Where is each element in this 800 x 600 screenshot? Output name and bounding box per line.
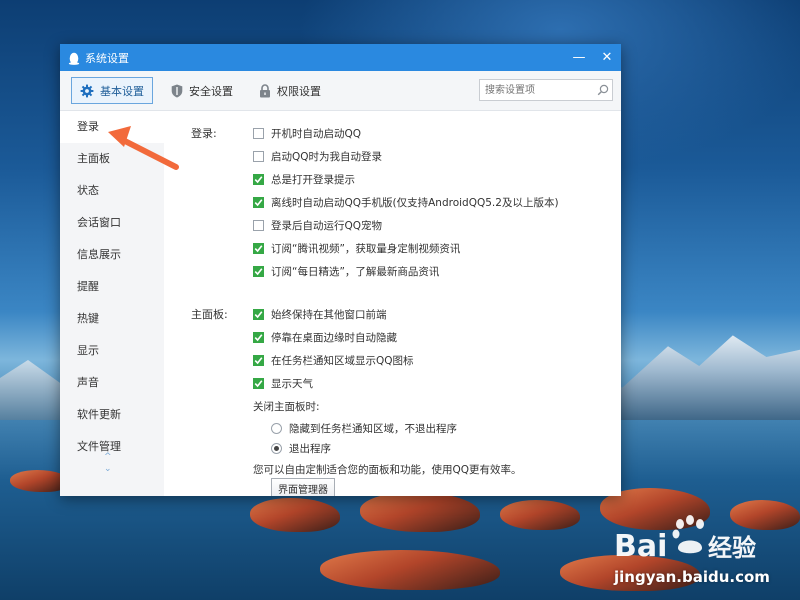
sidebar-item-info-display[interactable]: 信息展示 (60, 239, 164, 271)
tab-basic-settings[interactable]: 基本设置 (71, 77, 153, 104)
sidebar-item-login[interactable]: 登录 (60, 111, 164, 143)
tab-permission-settings[interactable]: 权限设置 (251, 77, 329, 104)
watermark-url: jingyan.baidu.com (614, 568, 770, 586)
sidebar-item-software-update[interactable]: 软件更新 (60, 399, 164, 431)
option-show-weather[interactable]: 显示天气 (253, 376, 313, 391)
option-label: 显示天气 (271, 378, 313, 390)
checkbox-checked[interactable] (253, 355, 264, 366)
option-label: 开机时自动启动QQ (271, 128, 362, 140)
sidebar-item-main-panel[interactable]: 主面板 (60, 143, 164, 175)
settings-toolbar: 基本设置 安全设置 权限设置 (60, 71, 621, 111)
option-tray-icon[interactable]: 在任务栏通知区域显示QQ图标 (253, 353, 414, 368)
wallpaper-rock (250, 498, 340, 532)
option-auto-hide-docked[interactable]: 停靠在桌面边缘时自动隐藏 (253, 330, 397, 345)
wallpaper-rock (500, 500, 580, 530)
option-label: 停靠在桌面边缘时自动隐藏 (271, 332, 397, 344)
checkbox-checked[interactable] (253, 197, 264, 208)
close-panel-label: 关闭主面板时: (253, 401, 320, 413)
tab-label: 安全设置 (189, 84, 233, 98)
settings-sidebar: 登录 主面板 状态 会话窗口 信息展示 提醒 热键 显示 声音 软件更新 文件管… (60, 111, 164, 496)
checkbox-checked[interactable] (253, 174, 264, 185)
tab-label: 基本设置 (100, 84, 144, 98)
interface-manager-button[interactable]: 界面管理器 (271, 478, 335, 496)
option-offline-mobile-qq[interactable]: 离线时自动启动QQ手机版(仅支持AndroidQQ5.2及以上版本) (253, 195, 559, 210)
option-qq-pet[interactable]: 登录后自动运行QQ宠物 (253, 218, 382, 233)
checkbox[interactable] (253, 128, 264, 139)
sidebar-item-hotkeys[interactable]: 热键 (60, 303, 164, 335)
login-section-label: 登录: (191, 127, 217, 140)
option-label: 在任务栏通知区域显示QQ图标 (271, 355, 414, 367)
option-label: 隐藏到任务栏通知区域，不退出程序 (289, 423, 457, 435)
scroll-down-icon[interactable]: ⌄ (104, 463, 112, 475)
wallpaper-rock (320, 550, 500, 590)
checkbox-checked[interactable] (253, 309, 264, 320)
sidebar-item-reminder[interactable]: 提醒 (60, 271, 164, 303)
option-label: 登录后自动运行QQ宠物 (271, 220, 383, 232)
customize-note: 您可以自由定制适合您的面板和功能，使用QQ更有效率。 (253, 464, 522, 476)
option-login-prompt[interactable]: 总是打开登录提示 (253, 172, 355, 187)
minimize-button[interactable]: — (565, 44, 593, 71)
settings-content: 登录: 开机时自动启动QQ 启动QQ时为我自动登录 总是打开登录提示 离线时自动… (164, 111, 621, 496)
radio-exit-program[interactable]: 退出程序 (271, 441, 331, 456)
option-label: 订阅“每日精选”，了解最新商品资讯 (271, 266, 440, 278)
radio-button-selected[interactable] (271, 443, 282, 454)
checkbox[interactable] (253, 220, 264, 231)
option-label: 退出程序 (289, 443, 331, 455)
lock-icon (259, 83, 271, 98)
main-panel-section-label: 主面板: (191, 308, 228, 321)
option-subscribe-tencent-video[interactable]: 订阅“腾讯视频”，获取量身定制视频资讯 (253, 241, 460, 256)
shield-icon (171, 84, 183, 98)
close-button[interactable]: ✕ (593, 44, 621, 71)
wallpaper-rock (360, 492, 480, 532)
gear-icon (80, 84, 94, 98)
sidebar-item-file-management[interactable]: 文件管理 (60, 431, 164, 463)
option-always-on-top[interactable]: 始终保持在其他窗口前端 (253, 307, 387, 322)
window-title: 系统设置 (85, 51, 129, 65)
sidebar-item-chat-window[interactable]: 会话窗口 (60, 207, 164, 239)
checkbox-checked[interactable] (253, 332, 264, 343)
penguin-icon (68, 52, 80, 65)
option-label: 启动QQ时为我自动登录 (271, 151, 383, 163)
option-label: 离线时自动启动QQ手机版(仅支持AndroidQQ5.2及以上版本) (271, 197, 559, 209)
scroll-up-icon[interactable]: ^ (104, 451, 112, 463)
option-label: 始终保持在其他窗口前端 (271, 309, 387, 321)
option-auto-login[interactable]: 启动QQ时为我自动登录 (253, 149, 382, 164)
settings-search-input[interactable] (480, 80, 594, 100)
checkbox[interactable] (253, 151, 264, 162)
checkbox-checked[interactable] (253, 378, 264, 389)
sidebar-item-display[interactable]: 显示 (60, 335, 164, 367)
checkbox-checked[interactable] (253, 266, 264, 277)
svg-text:Bai: Bai (614, 529, 667, 564)
option-subscribe-daily-picks[interactable]: 订阅“每日精选”，了解最新商品资讯 (253, 264, 439, 279)
sidebar-item-sound[interactable]: 声音 (60, 367, 164, 399)
option-label: 总是打开登录提示 (271, 174, 355, 186)
radio-hide-to-tray[interactable]: 隐藏到任务栏通知区域，不退出程序 (271, 421, 457, 436)
window-titlebar[interactable]: 系统设置 — ✕ (60, 44, 621, 71)
radio-button[interactable] (271, 423, 282, 434)
option-label: 订阅“腾讯视频”，获取量身定制视频资讯 (271, 243, 461, 255)
option-autostart-qq[interactable]: 开机时自动启动QQ (253, 126, 361, 141)
tab-label: 权限设置 (277, 84, 321, 98)
settings-search-box (479, 79, 613, 101)
settings-window: 系统设置 — ✕ 基本设置 安全设置 权限设置 搜索设置项 登录 主面板 状态 … (60, 44, 621, 496)
sidebar-item-status[interactable]: 状态 (60, 175, 164, 207)
svg-text:经验: 经验 (708, 534, 756, 562)
tab-security-settings[interactable]: 安全设置 (163, 77, 241, 104)
checkbox-checked[interactable] (253, 243, 264, 254)
search-icon[interactable] (594, 84, 612, 96)
